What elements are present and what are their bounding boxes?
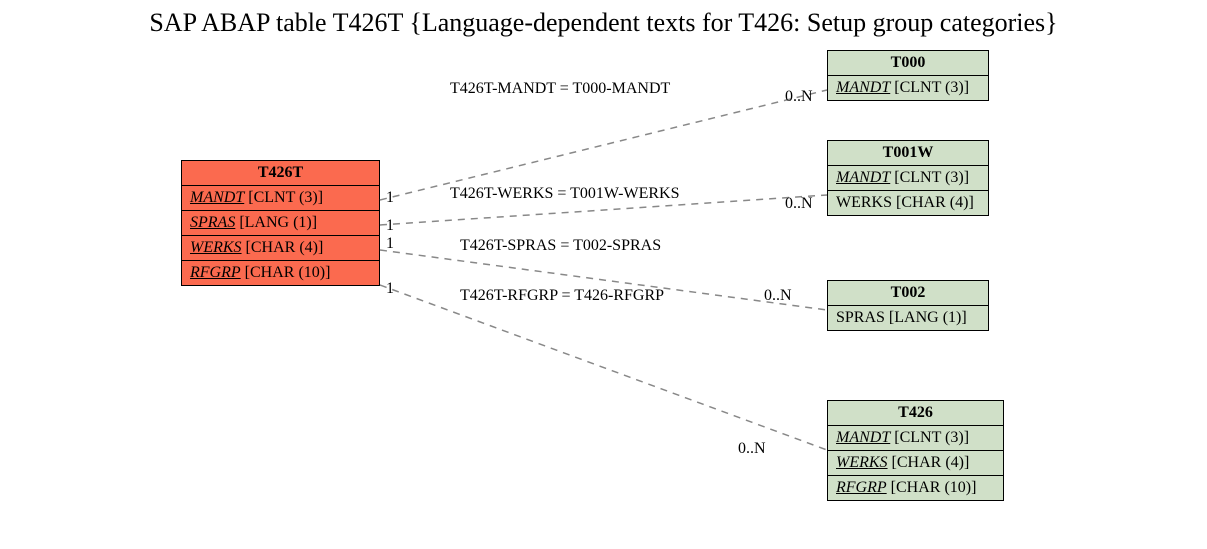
entity-source-field-1: SPRAS [LANG (1)]	[182, 211, 379, 236]
entity-source-name: T426T	[182, 161, 379, 186]
entity-t000-field-0: MANDT [CLNT (3)]	[828, 76, 988, 100]
entity-t426-field-0: MANDT [CLNT (3)]	[828, 426, 1003, 451]
edge-rfgrp	[380, 285, 827, 450]
entity-t002-name: T002	[828, 281, 988, 306]
card-src-2: 1	[386, 235, 394, 253]
edge-label-spras: T426T-SPRAS = T002-SPRAS	[460, 237, 661, 255]
card-src-0: 1	[386, 189, 394, 207]
card-src-1: 1	[386, 217, 394, 235]
entity-t426-name: T426	[828, 401, 1003, 426]
entity-t001w-field-1: WERKS [CHAR (4)]	[828, 191, 988, 215]
entity-t002: T002 SPRAS [LANG (1)]	[827, 280, 989, 331]
entity-t426-field-1: WERKS [CHAR (4)]	[828, 451, 1003, 476]
card-dst-0: 0..N	[785, 88, 813, 106]
entity-t002-field-0: SPRAS [LANG (1)]	[828, 306, 988, 330]
entity-t000: T000 MANDT [CLNT (3)]	[827, 50, 989, 101]
edge-label-rfgrp: T426T-RFGRP = T426-RFGRP	[460, 287, 664, 305]
entity-t001w-name: T001W	[828, 141, 988, 166]
entity-source-field-3: RFGRP [CHAR (10)]	[182, 261, 379, 285]
page-title: SAP ABAP table T426T {Language-dependent…	[0, 8, 1207, 38]
entity-t000-name: T000	[828, 51, 988, 76]
entity-t001w: T001W MANDT [CLNT (3)] WERKS [CHAR (4)]	[827, 140, 989, 216]
edge-label-werks: T426T-WERKS = T001W-WERKS	[450, 185, 679, 203]
card-src-3: 1	[386, 280, 394, 298]
entity-t426-field-2: RFGRP [CHAR (10)]	[828, 476, 1003, 500]
card-dst-4: 0..N	[738, 440, 766, 458]
entity-t001w-field-0: MANDT [CLNT (3)]	[828, 166, 988, 191]
entity-source-field-0: MANDT [CLNT (3)]	[182, 186, 379, 211]
entity-source-field-2: WERKS [CHAR (4)]	[182, 236, 379, 261]
card-dst-3: 0..N	[764, 287, 792, 305]
edge-label-mandt: T426T-MANDT = T000-MANDT	[450, 80, 670, 98]
entity-source: T426T MANDT [CLNT (3)] SPRAS [LANG (1)] …	[181, 160, 380, 286]
entity-t426: T426 MANDT [CLNT (3)] WERKS [CHAR (4)] R…	[827, 400, 1004, 501]
edge-mandt	[380, 90, 827, 200]
card-dst-1: 0..N	[785, 195, 813, 213]
